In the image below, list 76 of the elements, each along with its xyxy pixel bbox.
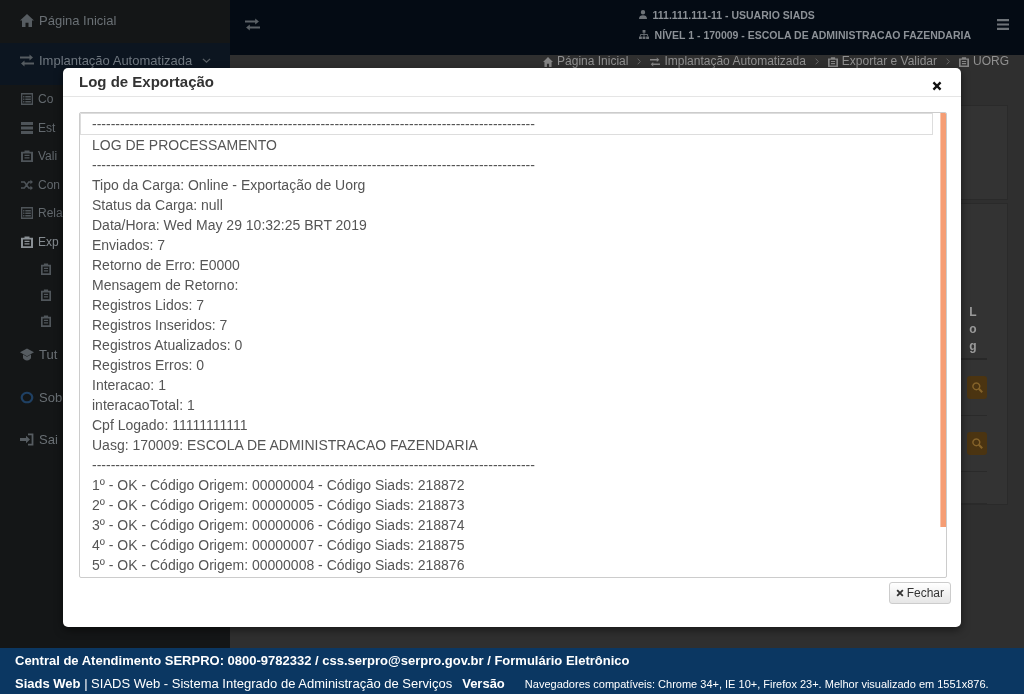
log-line: Registros Inseridos: 7 (91, 316, 229, 335)
menu-item[interactable]: Tut (0, 334, 58, 377)
log-line: Registros Erros: 0 (91, 356, 206, 375)
log-line: Tipo da Carga: Online - Exportação de Uorg (91, 176, 367, 195)
log-line: interacaoTotal: 1 (91, 396, 196, 415)
list-icon (21, 207, 33, 220)
clipboard-icon (827, 56, 838, 67)
clipboard-icon[interactable] (41, 289, 51, 301)
arrows-icon (650, 56, 661, 67)
user-icon (638, 10, 647, 19)
log-line: Uasg: 170009: ESCOLA DE ADMINISTRACAO FAZENDARIA (91, 436, 479, 455)
stack-icon (21, 121, 33, 134)
breadcrumb-link[interactable]: UORG (959, 55, 1009, 68)
user-name: 111.111.111-11 - USUARIO SIADS (652, 8, 815, 21)
sign-in-icon (20, 433, 34, 446)
home-icon (543, 56, 554, 67)
menu-icon[interactable] (997, 19, 1009, 30)
submenu-item[interactable]: Vali (0, 142, 58, 171)
submenu-item[interactable]: Con (0, 170, 60, 199)
app-name: Siads Web | SIADS Web - Sistema Integrado de Administração de Serviços (15, 676, 453, 692)
arrows-icon (20, 53, 34, 67)
contact-info: Central de Atendimento SERPRO: 0800-9782332 / css.serpro@serpro.gov.br / Formulário Eletrônico (15, 653, 630, 669)
log-line: Retorno de Erro: E0000 (91, 256, 241, 275)
close-button[interactable] (932, 81, 942, 91)
log-line: Registros Atualizados: 0 (91, 336, 244, 355)
chevron-icon (637, 58, 642, 65)
clipboard-icon (21, 235, 33, 248)
clipboard-icon (959, 56, 969, 67)
log-line: Interacao: 1 (91, 376, 167, 395)
search-icon (971, 438, 983, 449)
breadcrumb-link[interactable]: Exportar e Validar (827, 55, 937, 68)
clipboard-icon (21, 150, 33, 163)
clipboard-icon[interactable] (41, 263, 51, 275)
log-line: 5º - OK - Código Origem: 00000008 - Código Siads: 218876 (91, 556, 466, 575)
graduation-cap-icon (20, 348, 34, 361)
submenu-item[interactable]: Co (0, 85, 54, 114)
menu-item[interactable]: Sai (0, 419, 58, 462)
log-line: LOG DE PROCESSAMENTO (91, 136, 278, 155)
log-line: Status da Carga: null (91, 196, 224, 215)
submenu-item[interactable]: Rela (0, 199, 63, 228)
log-text-area[interactable] (79, 112, 947, 578)
close-button[interactable]: Fechar (888, 582, 951, 604)
sitemap-icon (638, 30, 649, 39)
log-line: 1º - OK - Código Origem: 00000004 - Código Siads: 218872 (91, 476, 466, 495)
home-icon (20, 14, 34, 27)
close-icon (932, 81, 942, 91)
submenu-item[interactable]: Est (0, 113, 56, 142)
chevron-icon (814, 58, 819, 65)
shuffle-icon (21, 178, 33, 191)
menu-item[interactable]: Página Inicial (0, 0, 117, 43)
log-line: 3º - OK - Código Origem: 00000006 - Código Siads: 218874 (91, 516, 466, 535)
log-line: Data/Hora: Wed May 29 10:32:25 BRT 2019 (91, 216, 368, 235)
log-line: Cpf Logado: 11111111111 (91, 416, 249, 435)
breadcrumb-link[interactable]: Implantação Automatizada (650, 55, 806, 68)
close-icon (895, 589, 904, 597)
log-line: ----------------------------------------------------------------------------------------------- (91, 456, 536, 475)
search-icon (971, 382, 983, 393)
submenu-item[interactable]: Exp (0, 227, 59, 256)
arrows-icon[interactable] (245, 18, 260, 31)
log-line: Mensagem de Retorno: (91, 276, 240, 295)
version-label: Versão (462, 676, 505, 692)
log-line: ----------------------------------------------------------------------------------------------- (91, 156, 536, 175)
log-line: 4º - OK - Código Origem: 00000007 - Código Siads: 218875 (91, 536, 466, 555)
log-line: Enviados: 7 (91, 236, 167, 255)
breadcrumb-link[interactable]: Página Inicial (543, 55, 629, 68)
clipboard-icon[interactable] (41, 315, 51, 327)
browser-support-note: Navegadores compatíveis: Chrome 34+, IE 10+, Firefox 23+. Melhor visualizado em 1551x876. (524, 677, 989, 692)
chevron-icon (946, 58, 950, 65)
log-line: Registros Lidos: 7 (91, 296, 206, 315)
unit-name: NÍVEL 1 - 170009 - ESCOLA DE ADMINISTRACAO FAZENDARIA (654, 28, 971, 41)
menu-item[interactable]: Sob (0, 376, 63, 419)
search-button[interactable] (967, 432, 987, 455)
scrollbar-thumb[interactable] (940, 113, 946, 527)
list-icon (21, 93, 33, 106)
search-button[interactable] (967, 376, 987, 399)
log-line: 2º - OK - Código Origem: 00000005 - Código Siads: 218873 (91, 496, 466, 515)
